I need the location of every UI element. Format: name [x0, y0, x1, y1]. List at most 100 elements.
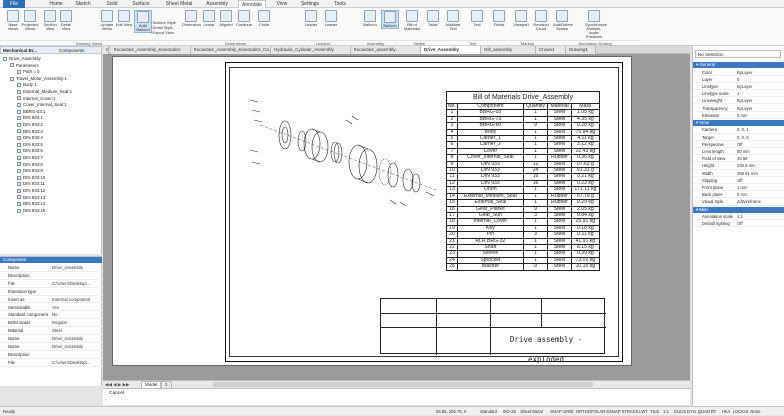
command-line[interactable]: Cancel › — [103, 388, 690, 405]
properties-section-misc[interactable]: ▾ Misc — [693, 206, 784, 213]
tree-item[interactable]: DIN 933:15 — [17, 208, 45, 215]
property-row[interactable]: Layer 0 — [693, 76, 784, 83]
ribbon-tab-home[interactable]: Home — [47, 0, 65, 8]
tree-item[interactable]: DIN 933:10 — [17, 175, 45, 182]
tree-item[interactable]: Travel_Motor_Assembly:1 — [10, 76, 67, 83]
tree-item[interactable]: DIN 933:2 — [17, 122, 43, 129]
tree-item[interactable]: DIN 933:5 — [17, 142, 43, 149]
ribbon-button-synchronize-multiple-scale-positions[interactable]: Synchronize Multiple-scale Positions — [585, 10, 607, 39]
tree-item[interactable]: DIN 933:9 — [17, 168, 43, 175]
tree-item[interactable]: Internal_Cover:1 — [17, 96, 55, 103]
property-row[interactable]: Standard component No — [0, 311, 102, 320]
ribbon-button-bill-of-materials[interactable]: Bill of Materials — [403, 10, 421, 31]
ribbon-button-add-delete-scales[interactable]: Add/Delete Scales — [553, 10, 573, 31]
ribbon-button-viewport[interactable]: Viewport — [512, 10, 530, 27]
tree-item[interactable]: Cover_Internal_Seal:1 — [17, 102, 67, 109]
tree-item[interactable]: DIN 933:1 — [17, 115, 43, 122]
property-row[interactable]: Height 230.9 mm — [693, 162, 784, 170]
document-tab[interactable]: Hydraulic_Cylinder_Assembly — [271, 46, 351, 54]
selection-dropdown[interactable]: No Selection — [695, 50, 781, 58]
ribbon-button-circle[interactable]: Circle — [255, 10, 273, 27]
property-row[interactable]: File C:\Users\Desktop\... — [0, 280, 102, 288]
property-row[interactable]: BOM status Regular — [0, 319, 102, 328]
ribbon-button-leader[interactable]: Leader — [322, 10, 340, 27]
ribbon-button-balloon[interactable]: Balloon — [361, 10, 379, 27]
ribbon-tab-surface[interactable]: Surface — [129, 0, 153, 8]
property-row[interactable]: Back plane 0 mm — [693, 191, 784, 199]
ribbon-button-base-views[interactable]: Base Views — [4, 10, 22, 31]
tree-item[interactable]: DIN 933:6 — [17, 148, 43, 155]
property-row[interactable]: Linetype scale 1 — [693, 90, 784, 98]
ribbon-tab-sheet-metal[interactable]: Sheet Metal — [162, 0, 196, 8]
property-row[interactable]: Visual style 2dWireframe — [693, 198, 784, 206]
ribbon-button-update-views[interactable]: Update Views — [98, 10, 116, 31]
ribbon-button-multiline-text[interactable]: Multiline Text — [444, 10, 462, 31]
property-row[interactable]: Elevation 0 mm — [693, 112, 784, 119]
property-row[interactable]: Camera 0, 0, 1 — [693, 126, 784, 134]
tree-item[interactable]: External_Medium_Seal:1 — [17, 89, 72, 96]
property-row[interactable]: Linetype ByLayer — [693, 83, 784, 91]
tree-item[interactable]: BBRG-03:1 — [17, 109, 45, 116]
properties-section-view[interactable]: ▾ View — [693, 119, 784, 126]
table-row[interactable]: 25 Washer 9 Steel 10.15 kg — [446, 263, 601, 271]
bill-of-materials-table[interactable]: No. Component Quantity Material Mass 1 BBRG-0… — [446, 102, 601, 271]
horizontal-scrollbar[interactable] — [213, 382, 593, 387]
tree-item[interactable]: Body:1 — [17, 82, 37, 89]
property-row[interactable]: Description — [0, 351, 102, 359]
tree-item[interactable]: DIN 933:12 — [17, 188, 45, 195]
ribbon-tab-sketch[interactable]: Sketch — [72, 0, 94, 8]
ribbon-button-projected-views[interactable]: Projected Views — [21, 10, 39, 31]
ribbon-button-linear[interactable]: Linear — [200, 10, 218, 27]
property-row[interactable]: Transparency ByLayer — [693, 105, 784, 112]
document-tab[interactable]: Excavator_Assembly_Kinematics_Ca... — [191, 46, 271, 54]
tree-item[interactable]: DIN 933:13 — [17, 195, 45, 202]
property-row[interactable]: Description — [0, 272, 102, 280]
document-tab[interactable]: Crown1 — [536, 46, 566, 54]
property-row[interactable]: File C:\Users\Desktop\... — [0, 359, 102, 367]
tree-item[interactable]: Path = 0 — [17, 69, 39, 76]
ribbon-tab-file[interactable]: File — [3, 0, 25, 8]
ribbon-tab-annotate[interactable]: Annotate — [238, 0, 266, 8]
property-row[interactable]: Name Drive_Assembly — [0, 264, 102, 272]
ribbon-tab-settings[interactable]: Settings — [298, 0, 322, 8]
tree-item[interactable]: DIN 933:11 — [17, 181, 45, 188]
properties-section-general[interactable]: ▾ General — [693, 62, 784, 68]
ribbon-button-edit-view[interactable]: Edit View — [115, 10, 133, 27]
ribbon-tab-tools[interactable]: Tools — [331, 0, 349, 8]
ribbon-button-detail-view[interactable]: Detail View — [57, 10, 75, 31]
property-row[interactable]: Name Drive_Assembly — [0, 343, 102, 351]
document-tab[interactable]: Start — [103, 46, 109, 54]
property-row[interactable]: Lens length 50 mm — [693, 148, 784, 156]
tree-item[interactable]: Drive_Assembly — [3, 56, 41, 63]
ribbon-tab-solid[interactable]: Solid — [103, 0, 121, 8]
property-row[interactable]: Field of view 39.58 — [693, 155, 784, 163]
ribbon-button-revision-cloud[interactable]: Revision Cloud — [532, 10, 550, 31]
property-row[interactable]: Clipping Off — [693, 177, 784, 184]
document-tab[interactable]: Drawing1 — [566, 46, 596, 54]
property-row[interactable]: Sectionable Yes — [0, 304, 102, 312]
nav-arrows-icon[interactable]: ◀◀ ◀ ▶ ▶▶ — [105, 381, 130, 388]
property-row[interactable]: Name Drive_Assembly — [0, 335, 102, 343]
ribbon-tab-view[interactable]: View — [274, 0, 290, 8]
property-row[interactable]: Extension type — [0, 288, 102, 296]
tree-item[interactable]: DIN 933:8 — [17, 162, 43, 169]
document-tab[interactable]: Drive_Assembly — [421, 46, 481, 54]
tree-item[interactable]: DIN 933:14 — [17, 201, 45, 208]
property-row[interactable]: Perspective Off — [693, 141, 784, 148]
ribbon-button-fields[interactable]: Fields — [490, 10, 508, 27]
document-tab[interactable]: Excavator_assembly... — [351, 46, 421, 54]
property-row[interactable]: Insert as External component — [0, 296, 102, 304]
property-row[interactable]: Front plane 1 mm — [693, 184, 784, 192]
component-header[interactable]: Component — [0, 257, 102, 263]
property-row[interactable]: Default lighting Off — [693, 220, 784, 228]
ribbon-button-leader[interactable]: Leader — [302, 10, 320, 27]
ribbon-button-aligned[interactable]: Aligned — [217, 10, 235, 27]
tree-item[interactable]: DIN 933:7 — [17, 155, 43, 162]
document-tab[interactable]: Excavator_Assembly_Kinematics — [111, 46, 191, 54]
document-tab[interactable]: Gilt_assembly — [481, 46, 536, 54]
property-row[interactable]: Target 0, 0, 0 — [693, 134, 784, 141]
ribbon-button-balloon[interactable]: Balloon — [381, 10, 399, 29]
tree-item[interactable]: DIN 933:4 — [17, 135, 43, 142]
ribbon-tab-assembly[interactable]: Assembly — [203, 0, 231, 8]
property-row[interactable]: Annotation scale 1:1 — [693, 213, 784, 221]
